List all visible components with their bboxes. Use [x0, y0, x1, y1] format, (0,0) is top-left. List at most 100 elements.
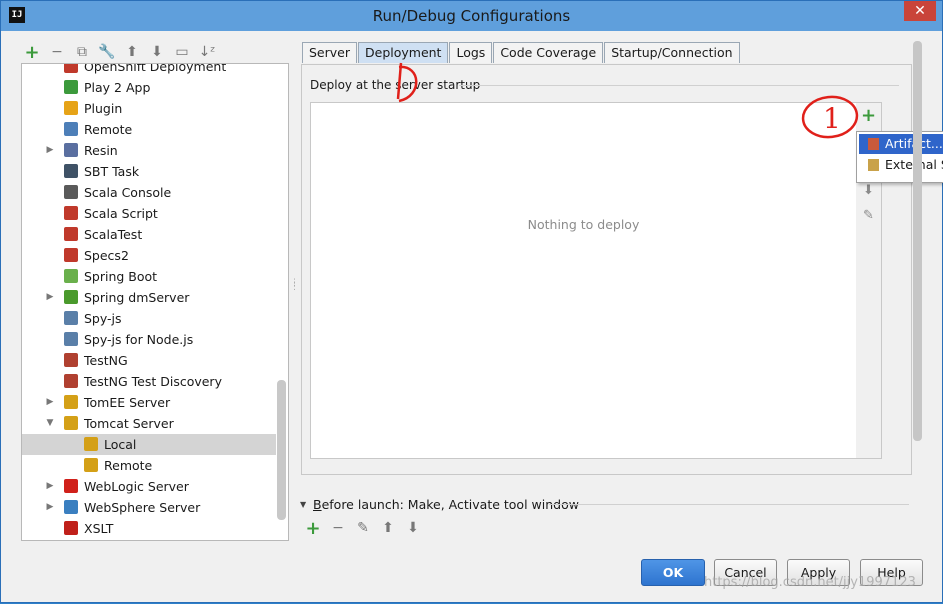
- openshift-icon: [64, 64, 78, 73]
- tree-scrollbar[interactable]: [277, 380, 286, 520]
- tree-item[interactable]: ▶ WebSphere Server: [22, 497, 276, 518]
- move-down-icon: ⬇: [407, 520, 419, 536]
- plugin-icon: [64, 101, 78, 115]
- artifact-icon: [868, 138, 879, 150]
- tab-server[interactable]: Server: [302, 42, 357, 63]
- config-toolbar: + − ⧉ 🔧 ⬆ ⬇ ▭ ↓ᶻ: [21, 41, 218, 63]
- edit-defaults-button[interactable]: 🔧: [96, 41, 118, 63]
- weblogic-icon: [64, 479, 78, 493]
- before-launch-divider: [549, 504, 909, 505]
- add-button[interactable]: +: [859, 106, 878, 125]
- before-launch-toggle-icon[interactable]: ▼: [300, 500, 306, 509]
- add-deployment-popup: Artifact...External Source...: [856, 131, 943, 183]
- splitter-handle[interactable]: ⋮ ⋮: [290, 279, 299, 297]
- tab-startup-connection[interactable]: Startup/Connection: [604, 42, 740, 63]
- scala-console-icon: [64, 185, 78, 199]
- popup-item-external-source[interactable]: External Source...: [859, 155, 943, 175]
- tree-item[interactable]: XSLT: [22, 518, 276, 539]
- remove-config-icon: −: [51, 44, 63, 60]
- edit-icon: ✎: [863, 208, 874, 223]
- spyjs-icon: [64, 311, 78, 325]
- tree-item-label: Spy-js: [84, 311, 122, 326]
- chevron-right-icon[interactable]: ▶: [44, 476, 56, 497]
- scalatest-icon: [64, 227, 78, 241]
- config-tabs: Server Deployment Logs Code Coverage Startup…: [302, 42, 741, 64]
- spring-dm-icon: [64, 290, 78, 304]
- section-divider: [459, 85, 899, 86]
- chevron-right-icon[interactable]: ▶: [44, 392, 56, 413]
- add-config-button[interactable]: +: [21, 41, 43, 63]
- close-button[interactable]: ✕: [904, 1, 936, 21]
- edit-button[interactable]: ✎: [859, 206, 878, 225]
- tree-item-label: Tomcat Server: [84, 416, 174, 431]
- tree-item[interactable]: Play 2 App: [22, 77, 276, 98]
- tomcat-local-icon: [84, 437, 98, 451]
- tree-item[interactable]: Plugin: [22, 98, 276, 119]
- tree-item[interactable]: SBT Task: [22, 161, 276, 182]
- tree-item[interactable]: TestNG Test Discovery: [22, 371, 276, 392]
- remote-icon: [64, 122, 78, 136]
- sort-button[interactable]: ↓ᶻ: [196, 41, 218, 63]
- move-down-button[interactable]: ⬇: [146, 41, 168, 63]
- tree-item-label: Spring dmServer: [84, 290, 190, 305]
- tree-item-label: Scala Console: [84, 185, 172, 200]
- panel-scrollbar[interactable]: [913, 41, 922, 441]
- play2-icon: [64, 80, 78, 94]
- tree-item[interactable]: ScalaTest: [22, 224, 276, 245]
- tree-item[interactable]: ▼ Tomcat Server: [22, 413, 276, 434]
- tab-deployment[interactable]: Deployment: [358, 42, 449, 63]
- chevron-right-icon[interactable]: ▶: [44, 140, 56, 161]
- tree-item[interactable]: TestNG: [22, 350, 276, 371]
- folder-button[interactable]: ▭: [171, 41, 193, 63]
- deployment-list[interactable]: Nothing to deploy: [310, 102, 857, 459]
- tab-code-coverage[interactable]: Code Coverage: [493, 42, 604, 63]
- tree-item-label: TestNG: [84, 353, 128, 368]
- tree-item[interactable]: Spy-js: [22, 308, 276, 329]
- tree-item[interactable]: Local: [22, 434, 276, 455]
- tree-item-label: Plugin: [84, 101, 123, 116]
- chevron-right-icon[interactable]: ▶: [44, 287, 56, 308]
- watermark-text: https://blog.csdn.net/jjy1997123: [704, 575, 916, 590]
- move-down-button[interactable]: ⬇: [402, 517, 424, 539]
- tree-item[interactable]: Remote: [22, 119, 276, 140]
- tree-item-label: Spy-js for Node.js: [84, 332, 194, 347]
- ok-button[interactable]: OK: [641, 559, 705, 586]
- add-task-button[interactable]: +: [302, 517, 324, 539]
- copy-config-button[interactable]: ⧉: [71, 41, 93, 63]
- chevron-down-icon[interactable]: ▼: [44, 413, 56, 434]
- tree-item[interactable]: Specs2: [22, 245, 276, 266]
- move-down-button[interactable]: ⬇: [859, 181, 878, 200]
- tree-item[interactable]: Scala Script: [22, 203, 276, 224]
- tree-item-label: TomEE Server: [84, 395, 171, 410]
- tree-item-label: SBT Task: [84, 164, 140, 179]
- add-icon: +: [860, 105, 877, 126]
- remove-task-button[interactable]: −: [327, 517, 349, 539]
- chevron-right-icon[interactable]: ▶: [44, 497, 56, 518]
- tree-item[interactable]: ▶ TomEE Server: [22, 392, 276, 413]
- move-up-button[interactable]: ⬆: [377, 517, 399, 539]
- tree-item[interactable]: ▶ Spring dmServer: [22, 287, 276, 308]
- move-up-button[interactable]: ⬆: [121, 41, 143, 63]
- tree-item-label: WebSphere Server: [84, 500, 201, 515]
- tree-item[interactable]: ▶ WebLogic Server: [22, 476, 276, 497]
- before-launch-label[interactable]: Before launch: Make, Activate tool windo…: [313, 497, 579, 512]
- tree-item[interactable]: Spy-js for Node.js: [22, 329, 276, 350]
- tomcat-remote-icon: [84, 458, 98, 472]
- title-bar: IJ Run/Debug Configurations ✕: [1, 1, 942, 31]
- tree-item-label: Resin: [84, 143, 118, 158]
- tree-item-label: TestNG Test Discovery: [84, 374, 222, 389]
- tree-item[interactable]: Remote: [22, 455, 276, 476]
- edit-task-button[interactable]: ✎: [352, 517, 374, 539]
- resin-icon: [64, 143, 78, 157]
- remove-config-button[interactable]: −: [46, 41, 68, 63]
- tree-item[interactable]: Scala Console: [22, 182, 276, 203]
- tree-item[interactable]: Spring Boot: [22, 266, 276, 287]
- tomee-icon: [64, 395, 78, 409]
- before-launch-toolbar: + − ✎ ⬆ ⬇: [302, 517, 424, 539]
- tree-item-label: Specs2: [84, 248, 129, 263]
- tree-item[interactable]: ▶ Resin: [22, 140, 276, 161]
- tab-logs[interactable]: Logs: [449, 42, 493, 63]
- empty-deploy-text: Nothing to deploy: [527, 217, 640, 232]
- popup-item-artifact[interactable]: Artifact...: [859, 134, 943, 154]
- tree-item[interactable]: OpenShift Deployment: [22, 64, 276, 77]
